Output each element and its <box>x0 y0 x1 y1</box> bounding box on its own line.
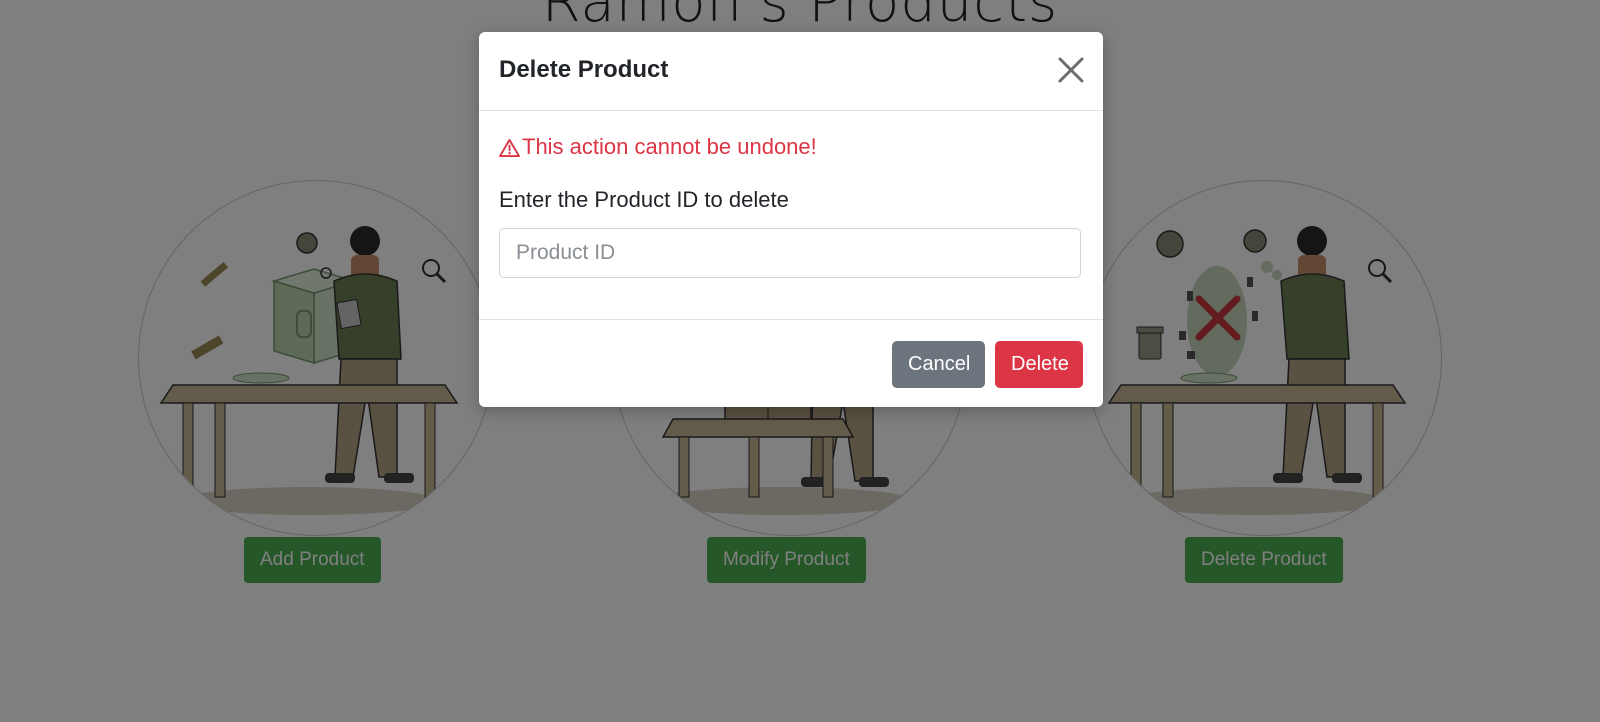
warning-text: This action cannot be undone! <box>522 134 817 159</box>
confirm-delete-button[interactable]: Delete <box>995 341 1083 388</box>
modal-title: Delete Product <box>499 56 669 83</box>
modal-header: Delete Product <box>479 32 1103 111</box>
cancel-button[interactable]: Cancel <box>892 341 985 388</box>
warning-message: This action cannot be undone! <box>499 134 817 160</box>
modal-footer: Cancel Delete <box>479 319 1103 407</box>
product-id-label: Enter the Product ID to delete <box>499 187 789 212</box>
close-button[interactable] <box>1053 52 1089 88</box>
close-icon <box>1058 57 1084 83</box>
product-id-input[interactable] <box>499 228 1081 278</box>
delete-product-dialog: Delete Product This action cannot be und… <box>479 32 1103 407</box>
warning-triangle-icon <box>499 138 520 157</box>
